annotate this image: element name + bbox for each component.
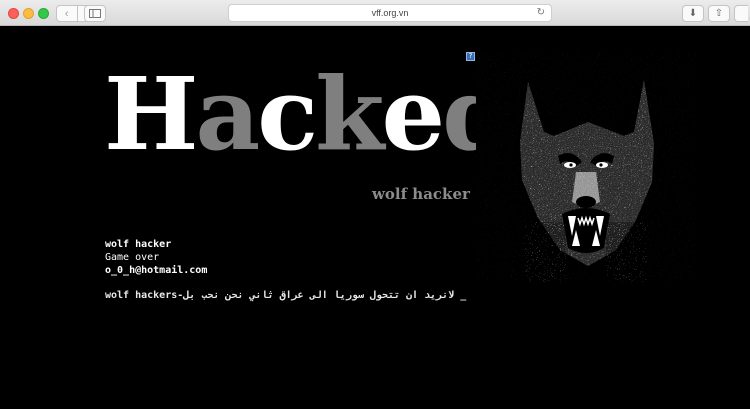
broken-image-icon: ? (466, 52, 475, 61)
arabic-message: wolf hackers-لانريد ان تتحول سوريا الى ع… (105, 290, 467, 301)
headline-letter: k (315, 55, 384, 173)
minimize-window-button[interactable] (23, 8, 34, 19)
address-bar[interactable]: vff.org.vn ↻ (228, 4, 552, 22)
close-window-button[interactable] (8, 8, 19, 19)
subtitle: wolf hacker (372, 185, 470, 203)
headline-letter: c (257, 55, 318, 173)
info-name: wolf hacker (105, 239, 172, 250)
sidebar-icon (89, 9, 101, 18)
chevron-left-icon: ‹ (64, 7, 69, 20)
browser-toolbar: ‹ › vff.org.vn ↻ ⬇ ⇧ (0, 0, 750, 26)
info-status: Game over (105, 252, 160, 263)
url-text: vff.org.vn (371, 8, 409, 18)
wolf-image (476, 52, 696, 282)
info-block: wolf hacker Game over o_0_h@hotmail.com (105, 238, 207, 277)
share-icon: ⇧ (714, 8, 724, 19)
sidebar-toggle-button[interactable] (84, 5, 106, 22)
headline-letter: a (195, 55, 260, 173)
share-button[interactable]: ⇧ (708, 5, 730, 22)
maximize-window-button[interactable] (38, 8, 49, 19)
wolf-head-icon (476, 52, 696, 282)
downloads-button[interactable]: ⬇ (682, 5, 704, 22)
info-email: o_0_h@hotmail.com (105, 265, 208, 276)
download-icon: ⬇ (688, 8, 698, 19)
tabs-overview-button[interactable] (734, 5, 748, 22)
headline-letter: e (381, 55, 445, 173)
headline-letter: H (104, 55, 199, 173)
back-button[interactable]: ‹ (57, 6, 77, 21)
reload-icon[interactable]: ↻ (537, 7, 545, 18)
hacked-headline: Hacked (104, 64, 512, 164)
